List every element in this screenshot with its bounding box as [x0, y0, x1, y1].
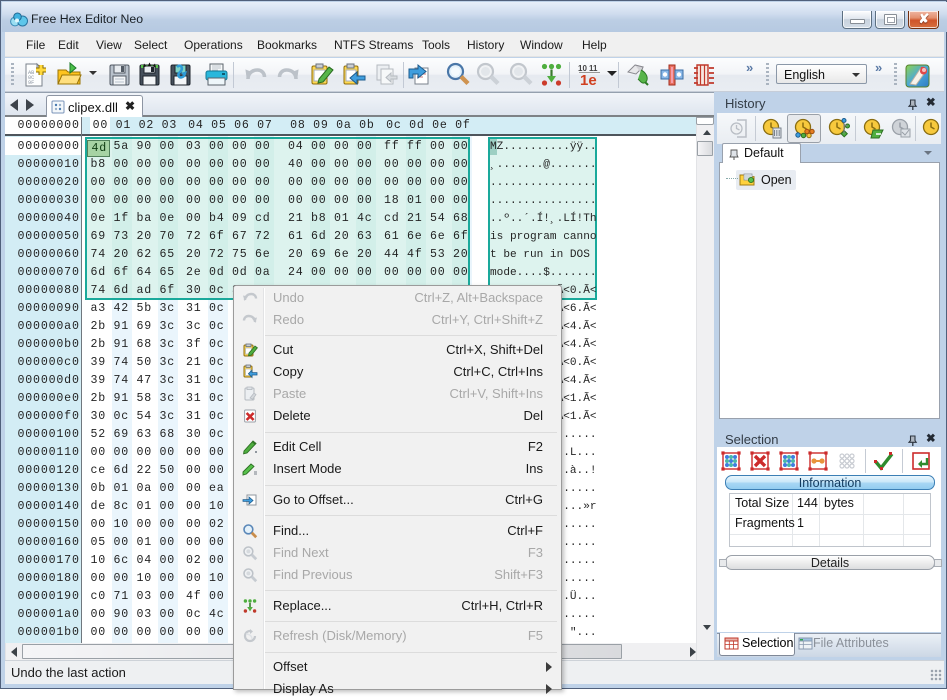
svg-text:9F: 9F [28, 80, 34, 86]
svg-text:1e: 1e [580, 72, 597, 88]
